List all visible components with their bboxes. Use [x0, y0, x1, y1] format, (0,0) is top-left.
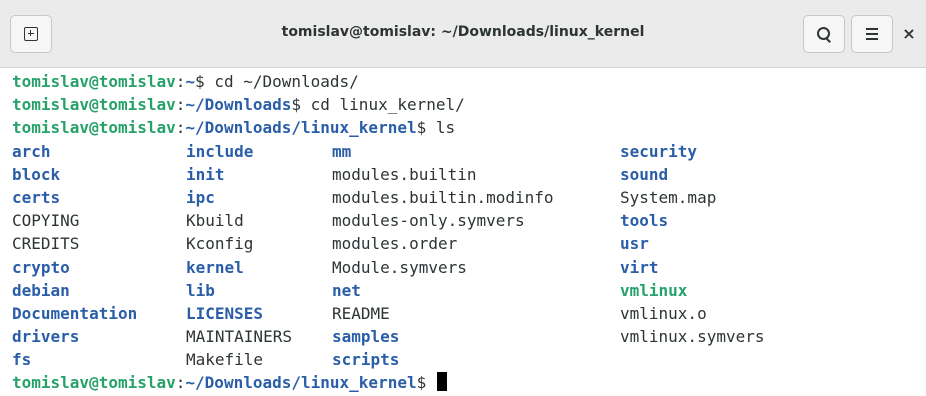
prompt-path: ~ [185, 72, 196, 91]
directory-entry: drivers [12, 327, 80, 347]
current-prompt-line[interactable]: tomislav@tomislav:~/Downloads/linux_kern… [12, 371, 926, 394]
history-line: tomislav@tomislav:~$ cd ~/Downloads/ [12, 70, 926, 93]
file-entry: modules.builtin [332, 164, 477, 184]
prompt-separator: : [175, 373, 186, 393]
file-entry: modules.builtin.modinfo [332, 187, 554, 207]
ls-row: arch include mm security [12, 140, 926, 163]
prompt-path: ~/Downloads/linux_kernel [185, 373, 417, 393]
history-line: tomislav@tomislav:~/Downloads$ cd linux_… [12, 93, 926, 116]
directory-entry: security [620, 141, 698, 161]
executable-entry: vmlinux [620, 280, 688, 300]
file-entry: vmlinux.o [620, 303, 707, 323]
directory-entry: certs [12, 187, 61, 207]
command-text: $ cd linux_kernel/ [291, 95, 465, 115]
command-text: $ [416, 373, 436, 393]
file-entry: COPYING [12, 211, 80, 231]
file-entry: Module.symvers [332, 257, 467, 277]
window-title: tomislav@tomislav: ~/Downloads/linux_ker… [281, 24, 645, 40]
ls-row: crypto kernel Module.symvers virt [12, 256, 926, 279]
directory-entry: fs [12, 350, 32, 370]
file-entry [620, 348, 820, 371]
directory-entry: crypto [12, 257, 70, 277]
ls-listing: arch include mm security block init modules.bu… [12, 140, 926, 372]
file-entry: modules-only.symvers [332, 211, 525, 231]
directory-entry: include [186, 141, 254, 161]
directory-entry: mm [332, 141, 352, 161]
ls-row: COPYING Kbuild modules-only.symvers tools [12, 209, 926, 232]
directory-entry: debian [12, 280, 70, 300]
ls-row: block init modules.builtin sound [12, 163, 926, 186]
directory-entry: block [12, 164, 61, 184]
ls-row: drivers MAINTAINERS samples vmlinux.symvers [12, 325, 926, 348]
prompt-user: tomislav@tomislav [12, 373, 176, 393]
file-entry: System.map [620, 187, 717, 207]
menu-button[interactable] [851, 15, 893, 53]
file-entry: Kbuild [186, 211, 244, 231]
file-entry: README [332, 303, 390, 323]
prompt-path: ~/Downloads/linux_kernel [185, 118, 417, 138]
directory-entry: usr [620, 234, 649, 254]
directory-entry: ipc [186, 187, 215, 207]
directory-entry: init [186, 164, 225, 184]
file-entry: CREDITS [12, 234, 80, 254]
command-text: $ cd ~/Downloads/ [195, 72, 359, 91]
directory-entry: net [332, 280, 361, 300]
ls-row: CREDITS Kconfig modules.order usr [12, 232, 926, 255]
prompt-user: tomislav@tomislav [12, 95, 176, 115]
prompt-separator: : [175, 95, 186, 115]
file-entry: modules.order [332, 234, 458, 254]
directory-entry: scripts [332, 350, 400, 370]
prompt-separator: : [175, 118, 186, 138]
ls-row: Documentation LICENSES README vmlinux.o [12, 302, 926, 325]
directory-entry: tools [620, 211, 669, 231]
command-text: $ ls [416, 118, 456, 138]
ls-row: fs Makefile scripts [12, 348, 926, 371]
prompt-user: tomislav@tomislav [12, 72, 176, 91]
directory-entry: samples [332, 327, 400, 347]
file-entry: vmlinux.symvers [620, 327, 765, 347]
terminal-output[interactable]: tomislav@tomislav:~$ cd ~/Downloads/tomi… [0, 68, 926, 396]
directory-entry: lib [186, 280, 215, 300]
prompt-user: tomislav@tomislav [12, 118, 176, 138]
ls-row: certs ipc modules.builtin.modinfo System.ma… [12, 186, 926, 209]
file-entry: Kconfig [186, 234, 254, 254]
prompt-path: ~/Downloads [185, 95, 292, 115]
history-line: tomislav@tomislav:~/Downloads/linux_kern… [12, 116, 926, 139]
search-button[interactable] [803, 15, 845, 53]
directory-entry: kernel [186, 257, 244, 277]
directory-entry: LICENSES [186, 303, 264, 323]
directory-entry: virt [620, 257, 659, 277]
text-cursor [436, 372, 447, 392]
directory-entry: sound [620, 164, 669, 184]
directory-entry: arch [12, 141, 51, 161]
file-entry: MAINTAINERS [186, 327, 292, 347]
title-bar: tomislav@tomislav: ~/Downloads/linux_ker… [0, 0, 926, 68]
search-icon [817, 27, 831, 43]
prompt-separator: : [175, 72, 186, 91]
directory-entry: Documentation [12, 303, 138, 323]
file-entry: Makefile [186, 350, 264, 370]
hamburger-menu-icon [866, 28, 878, 40]
ls-row: debian lib net vmlinux [12, 279, 926, 302]
close-icon[interactable]: × [900, 24, 918, 43]
